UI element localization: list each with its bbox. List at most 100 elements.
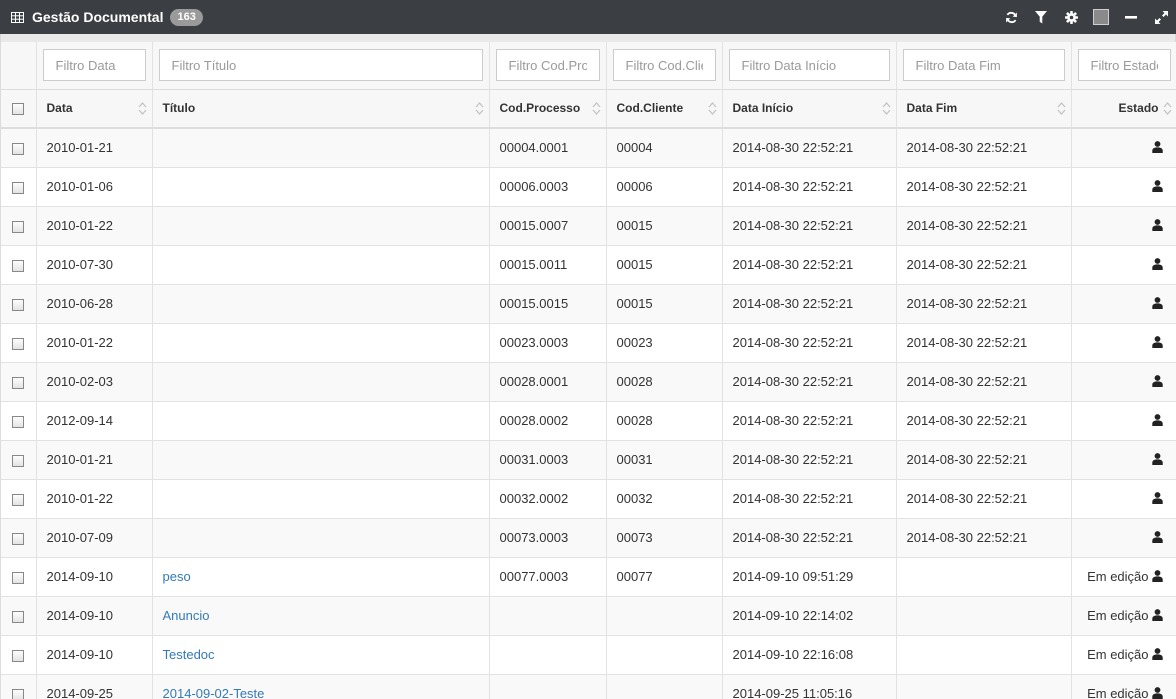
document-title-link[interactable]: peso: [163, 569, 191, 584]
user-icon[interactable]: [1151, 180, 1163, 192]
row-checkbox[interactable]: [12, 181, 25, 194]
row-checkbox[interactable]: [12, 376, 25, 389]
user-icon[interactable]: [1151, 609, 1163, 621]
column-header-data[interactable]: Data: [36, 89, 153, 129]
row-checkbox[interactable]: [12, 493, 25, 506]
table-row[interactable]: 2010-01-06 00006.0003 00006 2014-08-30 2…: [1, 167, 1176, 207]
cell-data-fim: 2014-08-30 22:52:21: [896, 479, 1072, 519]
cell-estado: [1071, 206, 1176, 246]
minimize-button[interactable]: [1116, 0, 1146, 34]
user-icon[interactable]: [1151, 648, 1163, 660]
user-icon[interactable]: [1151, 570, 1163, 582]
select-all-checkbox[interactable]: [12, 103, 25, 116]
row-select-cell: [1, 557, 37, 597]
refresh-button[interactable]: [996, 0, 1026, 34]
table-row[interactable]: 2010-01-21 00004.0001 00004 2014-08-30 2…: [1, 128, 1176, 168]
user-icon[interactable]: [1151, 336, 1163, 348]
table-row[interactable]: 2010-01-22 00015.0007 00015 2014-08-30 2…: [1, 206, 1176, 246]
cell-titulo: [152, 167, 490, 207]
column-header-data-fim[interactable]: Data Fim: [896, 89, 1072, 129]
row-select-cell: [1, 167, 37, 207]
settings-button[interactable]: [1056, 0, 1086, 34]
row-checkbox[interactable]: [12, 298, 25, 311]
filter-cod-cliente-input[interactable]: [612, 49, 716, 82]
color-picker-button[interactable]: [1086, 0, 1116, 34]
row-checkbox[interactable]: [12, 688, 25, 699]
cell-data: 2014-09-10: [36, 557, 153, 597]
user-icon[interactable]: [1151, 453, 1163, 465]
document-title-link[interactable]: Anuncio: [163, 608, 210, 623]
row-checkbox[interactable]: [12, 337, 25, 350]
document-title-link[interactable]: Testedoc: [163, 647, 215, 662]
fullscreen-button[interactable]: [1146, 0, 1176, 34]
document-title-link[interactable]: 2014-09-02-Teste: [163, 686, 265, 699]
user-icon[interactable]: [1151, 492, 1163, 504]
table-row[interactable]: 2010-01-22 00032.0002 00032 2014-08-30 2…: [1, 479, 1176, 519]
cell-titulo: [152, 401, 490, 441]
row-select-cell: [1, 401, 37, 441]
record-count-badge: 163: [170, 8, 203, 26]
user-icon[interactable]: [1151, 297, 1163, 309]
row-checkbox[interactable]: [12, 532, 25, 545]
row-checkbox[interactable]: [12, 571, 25, 584]
filter-cod-processo-input[interactable]: [495, 49, 600, 82]
color-square-icon: [1093, 9, 1109, 25]
table-row[interactable]: 2010-01-22 00023.0003 00023 2014-08-30 2…: [1, 323, 1176, 363]
table-row[interactable]: 2010-01-21 00031.0003 00031 2014-08-30 2…: [1, 440, 1176, 480]
column-header-cod-processo[interactable]: Cod.Processo: [489, 89, 607, 129]
column-header-titulo[interactable]: Título: [152, 89, 490, 129]
cell-data-inicio: 2014-08-30 22:52:21: [722, 245, 897, 285]
cell-data: 2010-01-21: [36, 128, 153, 168]
table-row[interactable]: 2010-06-28 00015.0015 00015 2014-08-30 2…: [1, 284, 1176, 324]
cell-cod-processo: 00073.0003: [489, 518, 607, 558]
row-checkbox[interactable]: [12, 610, 25, 623]
user-icon[interactable]: [1151, 687, 1163, 699]
cell-titulo: [152, 518, 490, 558]
filter-titulo-input[interactable]: [158, 49, 483, 82]
row-checkbox[interactable]: [12, 415, 25, 428]
status-text: Em edição: [1087, 686, 1149, 699]
cell-cod-processo: 00028.0001: [489, 362, 607, 402]
cell-data-inicio: 2014-08-30 22:52:21: [722, 206, 897, 246]
user-icon[interactable]: [1151, 258, 1163, 270]
cell-data-fim: [896, 596, 1072, 636]
cell-titulo: Testedoc: [152, 635, 490, 675]
table-row[interactable]: 2014-09-25 2014-09-02-Teste 2014-09-25 1…: [1, 674, 1176, 699]
filter-estado-input[interactable]: [1077, 49, 1171, 82]
cell-cod-cliente: [606, 635, 723, 675]
table-row[interactable]: 2014-09-10 Anuncio 2014-09-10 22:14:02 E…: [1, 596, 1176, 636]
row-checkbox[interactable]: [12, 649, 25, 662]
table-row[interactable]: 2014-09-10 peso 00077.0003 00077 2014-09…: [1, 557, 1176, 597]
table-row[interactable]: 2014-09-10 Testedoc 2014-09-10 22:16:08 …: [1, 635, 1176, 675]
row-checkbox[interactable]: [12, 454, 25, 467]
row-select-cell: [1, 128, 37, 168]
table-row[interactable]: 2010-07-09 00073.0003 00073 2014-08-30 2…: [1, 518, 1176, 558]
cell-data-fim: 2014-08-30 22:52:21: [896, 128, 1072, 168]
user-icon[interactable]: [1151, 375, 1163, 387]
column-header-estado[interactable]: Estado: [1071, 89, 1176, 129]
filter-data-inicio-input[interactable]: [728, 49, 890, 82]
user-icon[interactable]: [1151, 219, 1163, 231]
cell-data-inicio: 2014-08-30 22:52:21: [722, 362, 897, 402]
column-header-data-inicio[interactable]: Data Início: [722, 89, 897, 129]
row-checkbox[interactable]: [12, 220, 25, 233]
table-row[interactable]: 2012-09-14 00028.0002 00028 2014-08-30 2…: [1, 401, 1176, 441]
cell-data: 2010-01-22: [36, 206, 153, 246]
filter-button[interactable]: [1026, 0, 1056, 34]
row-checkbox[interactable]: [12, 142, 25, 155]
filter-data-fim-input[interactable]: [902, 49, 1065, 82]
cell-data-fim: 2014-08-30 22:52:21: [896, 323, 1072, 363]
cell-cod-cliente: 00006: [606, 167, 723, 207]
user-icon[interactable]: [1151, 414, 1163, 426]
cell-cod-processo: 00028.0002: [489, 401, 607, 441]
table-row[interactable]: 2010-02-03 00028.0001 00028 2014-08-30 2…: [1, 362, 1176, 402]
column-header-label: Cod.Cliente: [616, 101, 684, 116]
user-icon[interactable]: [1151, 141, 1163, 154]
filter-data-input[interactable]: [42, 49, 146, 82]
row-checkbox[interactable]: [12, 259, 25, 272]
filter-cell-titulo: [152, 42, 490, 90]
column-header-cod-cliente[interactable]: Cod.Cliente: [606, 89, 723, 129]
cell-data-inicio: 2014-08-30 22:52:21: [722, 518, 897, 558]
table-row[interactable]: 2010-07-30 00015.0011 00015 2014-08-30 2…: [1, 245, 1176, 285]
user-icon[interactable]: [1151, 531, 1163, 543]
